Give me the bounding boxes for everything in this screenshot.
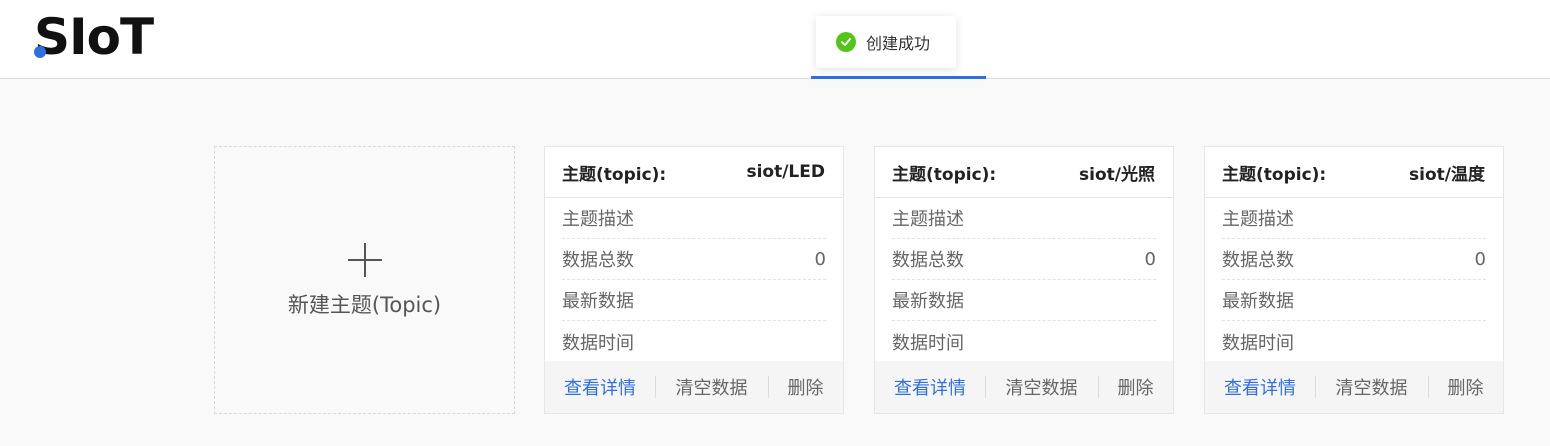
row-label: 数据时间 <box>1222 332 1294 354</box>
clear-data-button[interactable]: 清空数据 <box>655 374 768 400</box>
topic-card: 主题(topic): siot/温度 主题描述 数据总数 0 最新数据 数据时间 … <box>1204 146 1504 414</box>
view-details-button[interactable]: 查看详情 <box>875 374 985 400</box>
row-data-count: 数据总数 0 <box>562 239 826 280</box>
toast-message: 创建成功 <box>866 34 931 53</box>
row-label: 数据时间 <box>562 332 634 354</box>
row-label: 数据总数 <box>892 250 964 271</box>
row-label: 主题描述 <box>562 209 634 230</box>
topic-card-actions: 查看详情 清空数据 删除 <box>875 361 1173 413</box>
view-details-button[interactable]: 查看详情 <box>545 374 655 400</box>
new-topic-card[interactable]: 新建主题(Topic) <box>214 146 515 414</box>
row-latest-data: 最新数据 <box>892 280 1156 321</box>
row-latest-data: 最新数据 <box>562 280 826 321</box>
row-label: 最新数据 <box>562 291 634 312</box>
topic-card-actions: 查看详情 清空数据 删除 <box>1205 361 1503 413</box>
row-label: 数据总数 <box>562 250 634 271</box>
siot-logo: SIoT <box>34 8 154 66</box>
active-nav-indicator <box>811 76 986 79</box>
topic-label: 主题(topic): <box>1222 164 1327 185</box>
clear-data-button[interactable]: 清空数据 <box>985 374 1098 400</box>
row-label: 主题描述 <box>1222 209 1294 230</box>
success-toast: 创建成功 <box>816 16 956 68</box>
topic-card-header: 主题(topic): siot/温度 <box>1205 147 1503 198</box>
topic-card-actions: 查看详情 清空数据 删除 <box>545 361 843 413</box>
topic-card: 主题(topic): siot/LED 主题描述 数据总数 0 最新数据 数据时间… <box>544 146 844 414</box>
row-data-count: 数据总数 0 <box>892 239 1156 280</box>
row-data-time: 数据时间 <box>892 321 1156 362</box>
row-label: 数据总数 <box>1222 250 1294 271</box>
view-details-button[interactable]: 查看详情 <box>1205 374 1315 400</box>
delete-button[interactable]: 删除 <box>1428 374 1503 400</box>
topic-card: 主题(topic): siot/光照 主题描述 数据总数 0 最新数据 数据时间 … <box>874 146 1174 414</box>
logo-text: SIoT <box>34 8 154 66</box>
topic-name: siot/温度 <box>1409 164 1485 185</box>
row-description: 主题描述 <box>892 198 1156 239</box>
clear-data-button[interactable]: 清空数据 <box>1315 374 1428 400</box>
row-description: 主题描述 <box>562 198 826 239</box>
row-label: 最新数据 <box>1222 291 1294 312</box>
row-data-count: 数据总数 0 <box>1222 239 1486 280</box>
row-label: 主题描述 <box>892 209 964 230</box>
delete-button[interactable]: 删除 <box>768 374 843 400</box>
topic-name: siot/LED <box>746 162 825 182</box>
topic-card-header: 主题(topic): siot/LED <box>545 147 843 198</box>
row-description: 主题描述 <box>1222 198 1486 239</box>
delete-button[interactable]: 删除 <box>1098 374 1173 400</box>
new-topic-label: 新建主题(Topic) <box>287 293 442 317</box>
row-label: 数据时间 <box>892 332 964 354</box>
topic-card-header: 主题(topic): siot/光照 <box>875 147 1173 198</box>
row-value: 0 <box>1474 248 1486 270</box>
plus-icon <box>347 243 382 277</box>
row-value: 0 <box>1144 248 1156 270</box>
topic-name: siot/光照 <box>1079 164 1155 185</box>
row-data-time: 数据时间 <box>562 321 826 362</box>
topic-label: 主题(topic): <box>892 164 997 185</box>
row-latest-data: 最新数据 <box>1222 280 1486 321</box>
logo-accent-dot <box>34 46 46 58</box>
row-data-time: 数据时间 <box>1222 321 1486 362</box>
top-header: SIoT <box>0 0 1550 79</box>
topic-label: 主题(topic): <box>562 164 667 185</box>
row-value: 0 <box>814 248 826 270</box>
check-circle-icon <box>836 32 856 52</box>
row-label: 最新数据 <box>892 291 964 312</box>
